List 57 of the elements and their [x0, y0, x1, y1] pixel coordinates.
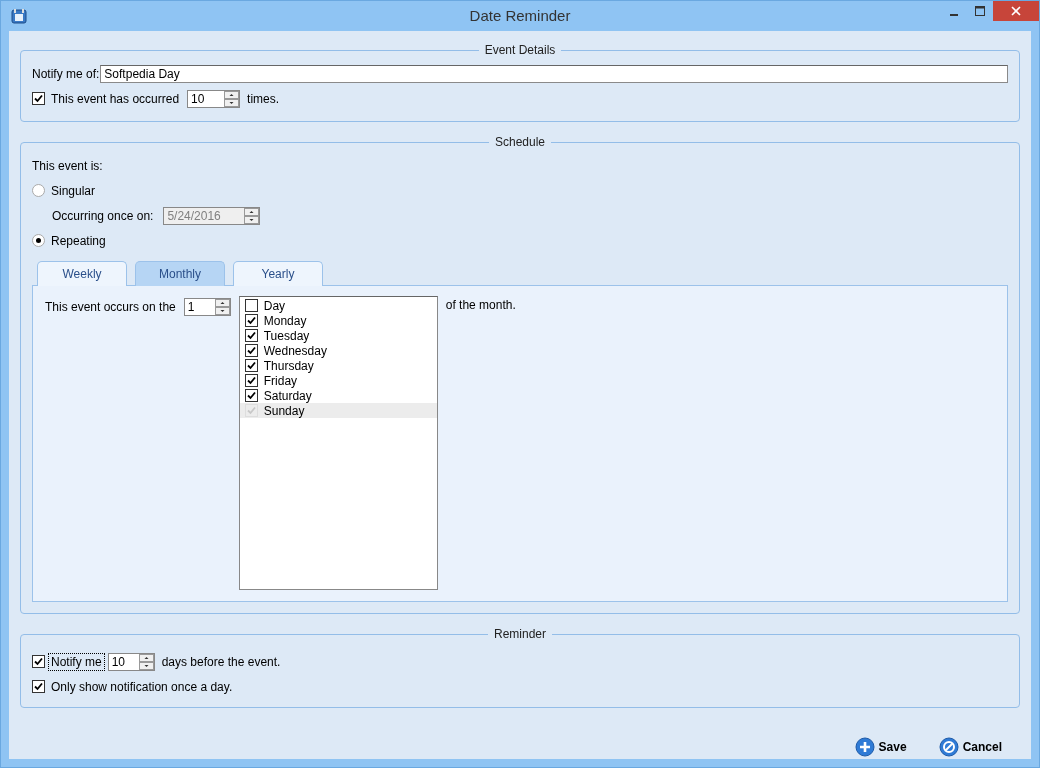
group-title: Event Details [483, 43, 557, 57]
checkbox-label: Notify me [49, 653, 104, 670]
spin-arrows-icon[interactable] [138, 653, 154, 670]
radio-label: Singular [51, 183, 96, 198]
checkbox[interactable] [32, 92, 45, 105]
checkbox-label: This event has occurred [51, 91, 180, 106]
list-item[interactable]: Tuesday [239, 328, 437, 343]
list-item[interactable]: Saturday [239, 388, 437, 403]
close-icon [1011, 6, 1021, 16]
checkbox[interactable] [32, 680, 45, 693]
field-label: Notify me of: [32, 66, 100, 81]
field-suffix: times. [247, 91, 280, 106]
field-label: Occurring once on: [52, 208, 154, 223]
checkbox[interactable] [244, 359, 258, 372]
field-label: This event occurs on the [45, 300, 176, 314]
section-label: This event is: [32, 158, 103, 173]
checkbox[interactable] [244, 374, 258, 387]
close-button[interactable] [993, 1, 1039, 21]
maximize-icon [975, 6, 985, 16]
list-item[interactable]: Thursday [239, 358, 437, 373]
window-title: Date Reminder [469, 7, 571, 24]
minimize-icon [950, 14, 958, 16]
list-item[interactable]: Monday [239, 313, 437, 328]
tab[interactable]: Monthly [135, 261, 225, 286]
checkbox[interactable] [244, 344, 258, 357]
spin-arrows-icon[interactable] [224, 90, 240, 107]
radio-label: Repeating [51, 233, 106, 248]
app-icon [11, 8, 27, 24]
checkbox[interactable] [32, 655, 45, 668]
group-title: Schedule [493, 135, 546, 149]
number-spinner[interactable]: 1 [183, 298, 231, 316]
plus-icon [854, 737, 875, 757]
list-item[interactable]: Friday [239, 373, 437, 388]
checkbox[interactable] [244, 314, 258, 327]
spin-arrows-icon[interactable] [214, 299, 230, 315]
list-item[interactable]: Sunday [239, 403, 437, 418]
number-spinner[interactable]: 10 [107, 652, 155, 671]
list-item[interactable]: Wednesday [239, 343, 437, 358]
group-title: Reminder [493, 627, 547, 641]
text-field[interactable]: Softpedia Day [100, 64, 1008, 83]
tab[interactable]: Weekly [37, 261, 127, 286]
number-spinner[interactable]: 5/24/2016 [163, 206, 261, 225]
radio-button[interactable] [32, 234, 45, 247]
field-suffix: of the month. [445, 298, 516, 312]
number-spinner[interactable]: 10 [187, 89, 241, 108]
spin-arrows-icon[interactable] [244, 207, 260, 224]
tab[interactable]: Yearly [233, 261, 323, 286]
list-item[interactable]: Day [239, 298, 437, 313]
radio-button[interactable] [32, 184, 45, 197]
checkbox-label: Only show notification once a day. [51, 679, 233, 694]
checkbox[interactable] [244, 389, 258, 402]
cancel-icon [938, 737, 959, 757]
save-button[interactable]: Save [852, 735, 909, 759]
cancel-button[interactable]: Cancel [936, 735, 1004, 759]
field-suffix: days before the event. [161, 654, 281, 669]
checkbox[interactable] [244, 299, 258, 312]
checkbox[interactable] [244, 329, 258, 342]
